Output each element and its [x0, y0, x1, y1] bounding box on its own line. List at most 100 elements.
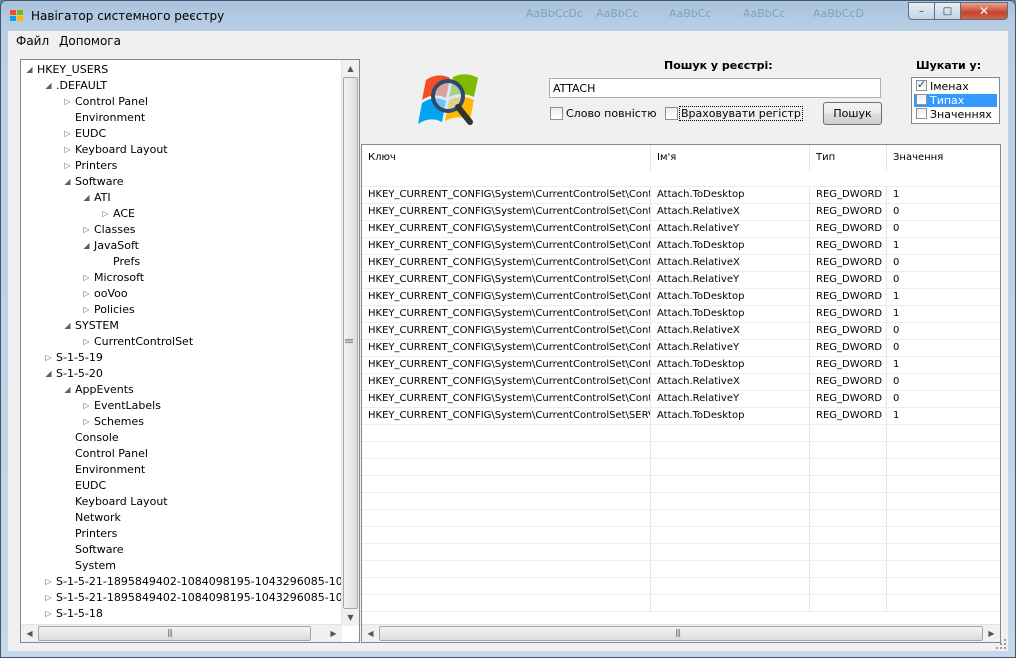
- tree-collapsed-icon[interactable]: ▷: [82, 223, 91, 237]
- tree-node[interactable]: .DEFAULT: [56, 78, 107, 94]
- tree-horizontal-scrollbar[interactable]: ◀ ||| ▶: [21, 624, 342, 642]
- search-in-values-checkbox[interactable]: [916, 108, 927, 119]
- tree-collapsed-icon[interactable]: ▷: [63, 127, 72, 141]
- tree-collapsed-icon[interactable]: ▷: [82, 271, 91, 285]
- minimize-button[interactable]: –: [908, 2, 935, 20]
- tree-node[interactable]: Classes: [94, 222, 135, 238]
- menu-help[interactable]: Допомога: [59, 34, 121, 48]
- tree-collapsed-icon[interactable]: ▷: [101, 207, 110, 221]
- table-row[interactable]: HKEY_CURRENT_CONFIG\System\CurrentContro…: [362, 391, 1000, 408]
- scroll-left-icon[interactable]: ◀: [362, 625, 379, 642]
- tree-node[interactable]: Printers: [75, 158, 117, 174]
- tree-expanded-icon[interactable]: ◢: [63, 383, 72, 397]
- tree-vertical-scrollbar[interactable]: ▲ ||| ▼: [341, 60, 359, 626]
- tree-node[interactable]: ATI: [94, 190, 111, 206]
- column-header-value[interactable]: Значення: [887, 145, 1000, 171]
- results-grid[interactable]: Ключ Ім'я Тип Значення HKEY_CURRENT_CONF…: [361, 144, 1001, 643]
- table-row[interactable]: HKEY_CURRENT_CONFIG\System\CurrentContro…: [362, 340, 1000, 357]
- tree-node[interactable]: EUDC: [75, 478, 106, 494]
- tree-expanded-icon[interactable]: ◢: [25, 63, 34, 77]
- tree-collapsed-icon[interactable]: ▷: [82, 415, 91, 429]
- scroll-up-icon[interactable]: ▲: [342, 60, 359, 77]
- tree-collapsed-icon[interactable]: ▷: [44, 575, 53, 589]
- tree-node[interactable]: HKEY_USERS: [37, 62, 108, 78]
- maximize-button[interactable]: □: [934, 2, 961, 20]
- table-row[interactable]: HKEY_CURRENT_CONFIG\System\CurrentContro…: [362, 255, 1000, 272]
- table-row[interactable]: HKEY_CURRENT_CONFIG\System\CurrentContro…: [362, 374, 1000, 391]
- tree-node[interactable]: EventLabels: [94, 398, 161, 414]
- search-in-types[interactable]: Типах: [914, 94, 997, 107]
- scroll-left-icon[interactable]: ◀: [21, 625, 38, 642]
- tree-node[interactable]: Environment: [75, 462, 145, 478]
- tree-vscroll-thumb[interactable]: |||: [343, 77, 358, 609]
- tree-node[interactable]: System: [75, 558, 116, 574]
- tree-node[interactable]: S-1-5-18: [56, 606, 103, 622]
- tree-node[interactable]: EUDC: [75, 126, 106, 142]
- tree-node[interactable]: AppEvents: [75, 382, 134, 398]
- tree-node[interactable]: SYSTEM: [75, 318, 119, 334]
- table-row[interactable]: HKEY_CURRENT_CONFIG\System\CurrentContro…: [362, 408, 1000, 425]
- table-row[interactable]: HKEY_CURRENT_CONFIG\System\CurrentContro…: [362, 221, 1000, 238]
- close-button[interactable]: ✕: [960, 2, 1008, 20]
- tree-node[interactable]: Prefs: [113, 254, 140, 270]
- tree-node[interactable]: Control Panel: [75, 446, 148, 462]
- table-row[interactable]: HKEY_CURRENT_CONFIG\System\CurrentContro…: [362, 238, 1000, 255]
- tree-node[interactable]: S-1-5-21-1895849402-1084098195-104329608…: [56, 574, 357, 590]
- scroll-down-icon[interactable]: ▼: [342, 609, 359, 626]
- tree-collapsed-icon[interactable]: ▷: [63, 143, 72, 157]
- table-row[interactable]: HKEY_CURRENT_CONFIG\System\CurrentContro…: [362, 204, 1000, 221]
- tree-node[interactable]: Policies: [94, 302, 135, 318]
- tree-node[interactable]: Console: [75, 430, 119, 446]
- table-row[interactable]: HKEY_CURRENT_CONFIG\System\CurrentContro…: [362, 187, 1000, 204]
- tree-expanded-icon[interactable]: ◢: [63, 175, 72, 189]
- tree-node[interactable]: S-1-5-20: [56, 366, 103, 382]
- table-row[interactable]: HKEY_CURRENT_CONFIG\System\CurrentContro…: [362, 272, 1000, 289]
- tree-node[interactable]: CurrentControlSet: [94, 334, 193, 350]
- search-input[interactable]: [549, 78, 881, 98]
- tree-node[interactable]: JavaSoft: [94, 238, 139, 254]
- table-row[interactable]: HKEY_CURRENT_CONFIG\System\CurrentContro…: [362, 306, 1000, 323]
- tree-node[interactable]: Printers: [75, 526, 117, 542]
- tree-node[interactable]: S-1-5-21-1895849402-1084098195-104329608…: [56, 590, 359, 606]
- tree-expanded-icon[interactable]: ◢: [63, 319, 72, 333]
- tree-expanded-icon[interactable]: ◢: [44, 79, 53, 93]
- tree-collapsed-icon[interactable]: ▷: [82, 303, 91, 317]
- grid-horizontal-scrollbar[interactable]: ◀ ||| ▶: [362, 624, 1000, 642]
- column-header-key[interactable]: Ключ: [362, 145, 651, 171]
- tree-collapsed-icon[interactable]: ▷: [82, 335, 91, 349]
- tree-collapsed-icon[interactable]: ▷: [44, 591, 53, 605]
- table-row[interactable]: HKEY_CURRENT_CONFIG\System\CurrentContro…: [362, 323, 1000, 340]
- tree-node[interactable]: Environment: [75, 110, 145, 126]
- tree-node[interactable]: Keyboard Layout: [75, 494, 168, 510]
- search-button[interactable]: Пошук: [823, 102, 882, 125]
- tree-node[interactable]: ACE: [113, 206, 135, 222]
- tree-node[interactable]: Control Panel: [75, 94, 148, 110]
- search-in-names[interactable]: ✓ Іменах: [914, 78, 997, 93]
- tree-node[interactable]: Schemes: [94, 414, 144, 430]
- table-row[interactable]: HKEY_CURRENT_CONFIG\System\CurrentContro…: [362, 357, 1000, 374]
- search-in-names-checkbox[interactable]: ✓: [916, 78, 927, 91]
- tree-collapsed-icon[interactable]: ▷: [44, 607, 53, 621]
- tree-collapsed-icon[interactable]: ▷: [82, 287, 91, 301]
- tree-node[interactable]: Software: [75, 542, 124, 558]
- column-header-name[interactable]: Ім'я: [651, 145, 810, 171]
- tree-collapsed-icon[interactable]: ▷: [63, 95, 72, 109]
- tree-hscroll-thumb[interactable]: |||: [38, 626, 311, 641]
- tree-node[interactable]: S-1-5-19: [56, 350, 103, 366]
- column-header-type[interactable]: Тип: [810, 145, 887, 171]
- tree-node[interactable]: Software: [75, 174, 124, 190]
- tree-expanded-icon[interactable]: ◢: [44, 367, 53, 381]
- search-in-types-checkbox[interactable]: [916, 94, 927, 105]
- tree-expanded-icon[interactable]: ◢: [82, 191, 91, 205]
- match-case-checkbox[interactable]: [665, 107, 678, 120]
- tree-node[interactable]: ooVoo: [94, 286, 128, 302]
- grid-hscroll-thumb[interactable]: |||: [379, 626, 983, 641]
- tree-node[interactable]: Keyboard Layout: [75, 142, 168, 158]
- whole-word-checkbox[interactable]: [550, 107, 563, 120]
- tree-expanded-icon[interactable]: ◢: [82, 239, 91, 253]
- tree-collapsed-icon[interactable]: ▷: [44, 351, 53, 365]
- tree-collapsed-icon[interactable]: ▷: [63, 159, 72, 173]
- table-row[interactable]: HKEY_CURRENT_CONFIG\System\CurrentContro…: [362, 289, 1000, 306]
- resize-grip-icon[interactable]: [994, 637, 1008, 651]
- tree-collapsed-icon[interactable]: ▷: [82, 399, 91, 413]
